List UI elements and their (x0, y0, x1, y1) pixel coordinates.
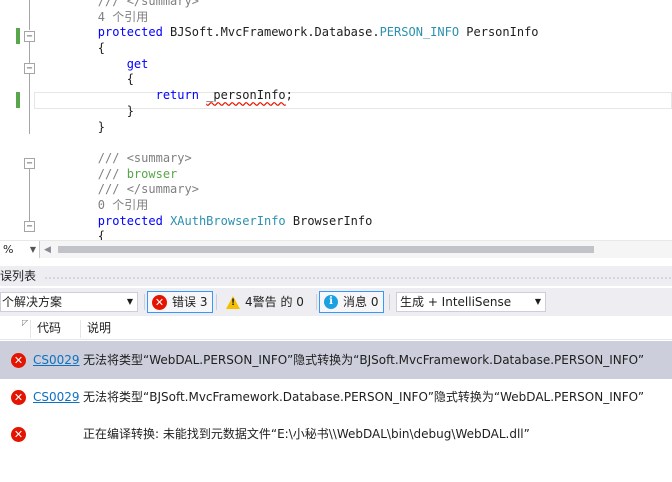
code-token: /// (97, 166, 127, 181)
code-token: ; (285, 88, 293, 103)
zoom-level-value: % (3, 243, 14, 256)
code-line[interactable]: { (40, 72, 539, 88)
code-token: 4 个引用 (97, 9, 149, 24)
collapse-icon[interactable]: − (24, 221, 35, 232)
editor-bottom-bar: % ▼ ◀ (0, 240, 672, 258)
column-header-description[interactable]: 说明 (87, 321, 111, 335)
messages-filter-button[interactable]: i 消息 0 (319, 291, 384, 313)
code-editor[interactable]: − − − − /// </summary> 4 个引用 protected B… (0, 0, 672, 240)
code-line[interactable]: } (40, 120, 539, 136)
errors-filter-label: 错误 3 (172, 295, 208, 309)
code-line[interactable]: } (40, 104, 539, 120)
toolbar-separator (216, 294, 217, 310)
error-icon: ✕ (11, 427, 26, 442)
code-token: protected (97, 25, 163, 40)
code-token: } (126, 103, 134, 118)
code-line[interactable]: protected BJSoft.MvcFramework.Database.P… (40, 25, 539, 41)
error-code-link[interactable]: CS0029 (33, 353, 80, 367)
error-icon: ✕ (11, 353, 26, 368)
code-token: get (126, 56, 149, 71)
build-source-dropdown[interactable]: 生成 + IntelliSense ▼ (396, 292, 546, 312)
column-header-code[interactable]: 代码 (37, 321, 61, 335)
code-token: protected (97, 213, 163, 228)
code-line[interactable]: 4 个引用 (40, 10, 539, 26)
grid-header: ◸ 代码 说明 (0, 316, 672, 340)
change-marker (16, 28, 20, 44)
toolbar-separator (144, 294, 145, 310)
code-line[interactable] (40, 135, 539, 151)
messages-filter-label: 消息 0 (343, 295, 379, 309)
change-marker (16, 92, 20, 108)
table-row[interactable]: ✕ 正在编译转换: 未能找到元数据文件“E:\小秘书\\WebDAL\bin\d… (0, 415, 672, 453)
code-line[interactable]: /// </summary> (40, 182, 539, 198)
toolbar-separator (316, 294, 317, 310)
chevron-down-icon: ▼ (534, 297, 541, 306)
scope-value: 个解决方案 (2, 295, 63, 309)
code-line[interactable]: /// <summary> (40, 151, 539, 167)
error-icon: ✕ (11, 390, 26, 405)
panel-title: 误列表 (0, 269, 37, 283)
sort-icon[interactable]: ◸ (22, 318, 28, 327)
error-list-toolbar: 个解决方案 ▼ ✕ 错误 3 4警告 的 0 i 消息 0 生成 + Intel… (0, 288, 672, 316)
code-token: browser (126, 166, 178, 181)
chevron-down-icon: ▼ (29, 245, 36, 254)
errors-filter-button[interactable]: ✕ 错误 3 (147, 291, 213, 313)
code-token: { (126, 72, 134, 87)
change-tracking-margin (16, 0, 20, 240)
code-line[interactable]: get (40, 57, 539, 73)
info-icon: i (324, 295, 338, 309)
collapse-icon[interactable]: − (24, 31, 35, 42)
code-token: /// <summary> (97, 150, 192, 165)
code-token: return (155, 88, 199, 103)
table-row[interactable]: ✕ CS0029 无法将类型“BJSoft.MvcFramework.Datab… (0, 378, 672, 416)
error-list-title-bar: 误列表 (0, 266, 672, 286)
outlining-margin: − − − − (22, 0, 38, 240)
code-token: { (97, 41, 106, 56)
code-token: /// </summary> (97, 0, 199, 8)
error-grid: ◸ 代码 说明 ✕ CS0029 无法将类型“WebDAL.PERSON_INF… (0, 316, 672, 482)
code-line[interactable]: 0 个引用 (40, 198, 539, 214)
warnings-filter-button[interactable]: 4警告 的 0 (222, 291, 314, 313)
code-line[interactable]: { (40, 41, 539, 57)
code-token: _personInfo (206, 88, 286, 103)
horizontal-scrollbar-thumb[interactable] (58, 246, 594, 253)
code-token: XAuthBrowserInfo (170, 213, 286, 228)
toolbar-separator (389, 294, 390, 310)
code-line[interactable]: protected XAuthBrowserInfo BrowserInfo (40, 214, 539, 230)
code-token: } (97, 119, 106, 134)
code-token: PersonInfo (459, 25, 539, 40)
code-token: { (97, 229, 106, 240)
zoom-level-dropdown[interactable]: % ▼ (0, 241, 40, 258)
error-description: 无法将类型“BJSoft.MvcFramework.Database.PERSO… (83, 390, 645, 404)
code-line[interactable]: { (40, 229, 539, 240)
code-token: BJSoft.MvcFramework.Database. (162, 25, 380, 40)
code-line[interactable]: /// </summary> (40, 0, 539, 10)
error-description: 无法将类型“WebDAL.PERSON_INFO”隐式转换为“BJSoft.Mv… (83, 353, 645, 367)
code-token: 0 个引用 (97, 197, 149, 212)
code-token: /// </summary> (97, 182, 199, 197)
code-text[interactable]: /// </summary> 4 个引用 protected BJSoft.Mv… (40, 0, 539, 240)
warnings-filter-label: 4警告 的 0 (245, 295, 304, 309)
panel-drag-grip[interactable] (44, 276, 672, 280)
error-icon: ✕ (152, 294, 167, 310)
build-source-value: 生成 + IntelliSense (400, 295, 512, 309)
code-line[interactable]: return _personInfo; (40, 88, 539, 104)
scope-dropdown[interactable]: 个解决方案 ▼ (0, 292, 138, 312)
collapse-icon[interactable]: − (24, 158, 35, 169)
chevron-down-icon: ▼ (126, 297, 133, 306)
error-description: 正在编译转换: 未能找到元数据文件“E:\小秘书\\WebDAL\bin\deb… (83, 427, 530, 441)
warning-icon (226, 295, 240, 309)
error-code-link[interactable]: CS0029 (33, 390, 80, 404)
scroll-left-icon[interactable]: ◀ (44, 243, 51, 257)
code-token: BrowserInfo (285, 213, 373, 228)
table-row[interactable]: ✕ CS0029 无法将类型“WebDAL.PERSON_INFO”隐式转换为“… (0, 341, 672, 379)
collapse-icon[interactable]: − (24, 63, 35, 74)
code-line[interactable]: /// browser (40, 167, 539, 183)
code-token: PERSON_INFO (379, 25, 460, 40)
